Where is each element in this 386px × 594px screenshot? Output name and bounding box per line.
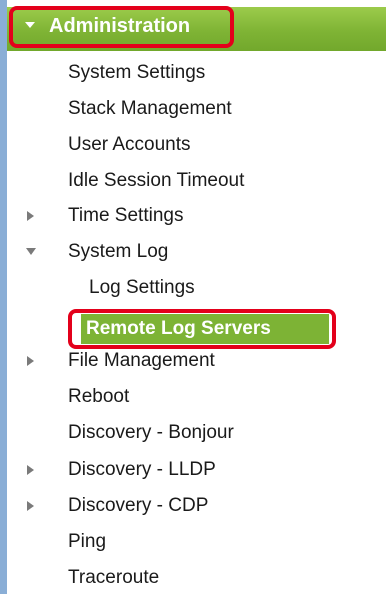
triangle-right-icon[interactable]	[27, 501, 34, 511]
menu-item-ping[interactable]: Ping	[68, 526, 106, 558]
menu-item-system-log[interactable]: System Log	[68, 236, 168, 268]
menu-item-user-accounts[interactable]: User Accounts	[68, 129, 191, 161]
menu-item-discovery-cdp[interactable]: Discovery - CDP	[68, 490, 208, 522]
menu-item-reboot[interactable]: Reboot	[68, 381, 129, 413]
menu-item-file-management[interactable]: File Management	[68, 345, 215, 377]
annotation-highlight-box	[9, 6, 234, 48]
menu-item-log-settings[interactable]: Log Settings	[89, 272, 195, 304]
triangle-right-icon[interactable]	[27, 211, 34, 221]
menu-item-discovery-bonjour[interactable]: Discovery - Bonjour	[68, 417, 234, 449]
menu-item-discovery-lldp[interactable]: Discovery - LLDP	[68, 454, 216, 486]
menu-item-system-settings[interactable]: System Settings	[68, 57, 205, 89]
menu-item-stack-management[interactable]: Stack Management	[68, 93, 232, 125]
triangle-right-icon[interactable]	[27, 465, 34, 475]
sidebar-left-border	[0, 0, 7, 594]
menu-item-remote-log-servers-label[interactable]: Remote Log Servers	[86, 313, 271, 345]
menu-item-time-settings[interactable]: Time Settings	[68, 200, 183, 232]
triangle-right-icon[interactable]	[27, 356, 34, 366]
triangle-down-icon[interactable]	[26, 248, 36, 255]
menu-item-traceroute[interactable]: Traceroute	[68, 562, 159, 594]
menu-item-idle-session-timeout[interactable]: Idle Session Timeout	[68, 165, 244, 197]
